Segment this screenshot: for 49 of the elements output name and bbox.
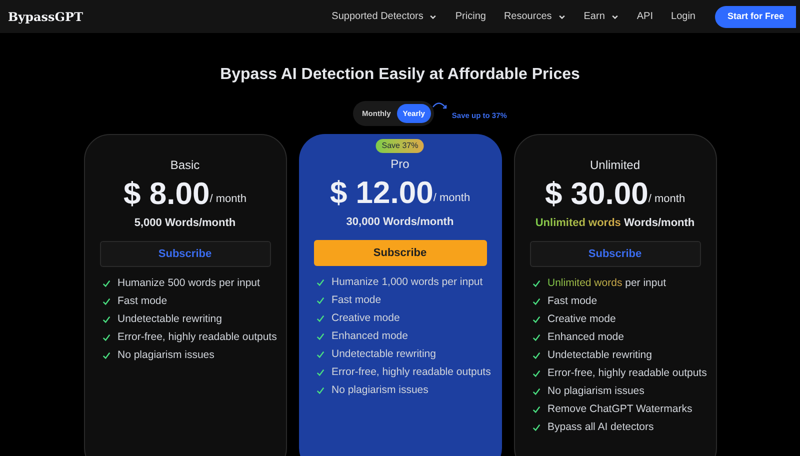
feature-text: Fast mode — [118, 294, 168, 308]
start-for-free-button[interactable]: Start for Free — [715, 6, 796, 28]
nav-link[interactable]: Pricing — [455, 9, 486, 24]
feature-text: No plagiarism issues — [548, 384, 644, 398]
subscribe-button[interactable]: Subscribe — [100, 240, 270, 267]
subscribe-button[interactable]: Subscribe — [530, 240, 700, 267]
feature-text: Bypass all AI detectors — [548, 420, 654, 434]
feature-text: Undetectable rewriting — [548, 348, 652, 362]
plan-name: Basic — [170, 157, 200, 174]
price-period: / month — [648, 192, 686, 207]
plan-price: $ 12.00 — [330, 174, 434, 212]
feature-text: Fast mode — [548, 294, 598, 308]
word-allowance: 30,000 Words/month — [346, 215, 454, 230]
feature-text: Undetectable rewriting — [118, 312, 222, 326]
word-allowance: 5,000 Words/month — [134, 216, 236, 232]
feature-text: Humanize 500 words per input — [118, 276, 260, 290]
price-period: / month — [210, 192, 246, 207]
feature-text: Enhanced mode — [548, 330, 624, 344]
feature-text: No plagiarism issues — [332, 384, 428, 397]
feature-text: Error-free, highly readable outputs — [118, 330, 277, 344]
word-allowance: Unlimited words Words/month — [535, 216, 695, 232]
plan-name: Unlimited — [590, 157, 640, 174]
nav-link[interactable]: Supported Detectors — [332, 9, 438, 24]
discount-badge: Save 37% — [376, 139, 424, 154]
feature-text: Enhanced mode — [332, 330, 408, 343]
brand-logo[interactable]: BypassGPT — [8, 8, 83, 26]
feature-text: Error-free, highly readable outputs — [332, 366, 491, 379]
feature-text: Creative mode — [332, 312, 400, 325]
chevron-down-icon — [429, 12, 438, 20]
feature-text: Remove ChatGPT Watermarks — [548, 402, 692, 416]
feature-text: Fast mode — [332, 294, 382, 307]
plan-price: $ 30.00 — [544, 175, 648, 214]
feature-text: Undetectable rewriting — [332, 348, 436, 361]
feature-text: Humanize 1,000 words per input — [332, 276, 483, 289]
feature-text: Creative mode — [548, 312, 616, 326]
nav-link[interactable]: API — [636, 9, 654, 24]
subscribe-button[interactable]: Subscribe — [314, 240, 486, 266]
plan-name: Pro — [390, 156, 410, 172]
chevron-down-icon — [558, 12, 566, 20]
price-period: / month — [433, 190, 470, 206]
feature-text: No plagiarism issues — [118, 348, 214, 362]
chevron-down-icon — [610, 12, 619, 20]
nav-link[interactable]: Login — [671, 9, 696, 24]
feature-text: Error-free, highly readable outputs — [548, 366, 707, 380]
feature-text: Unlimited words per input — [548, 276, 666, 290]
page-heading: Bypass AI Detection Easily at Affordable Prices — [219, 65, 581, 85]
nav-link[interactable]: Resources — [504, 9, 566, 24]
nav-link[interactable]: Earn — [584, 9, 619, 24]
plan-price: $ 8.00 — [124, 175, 210, 214]
